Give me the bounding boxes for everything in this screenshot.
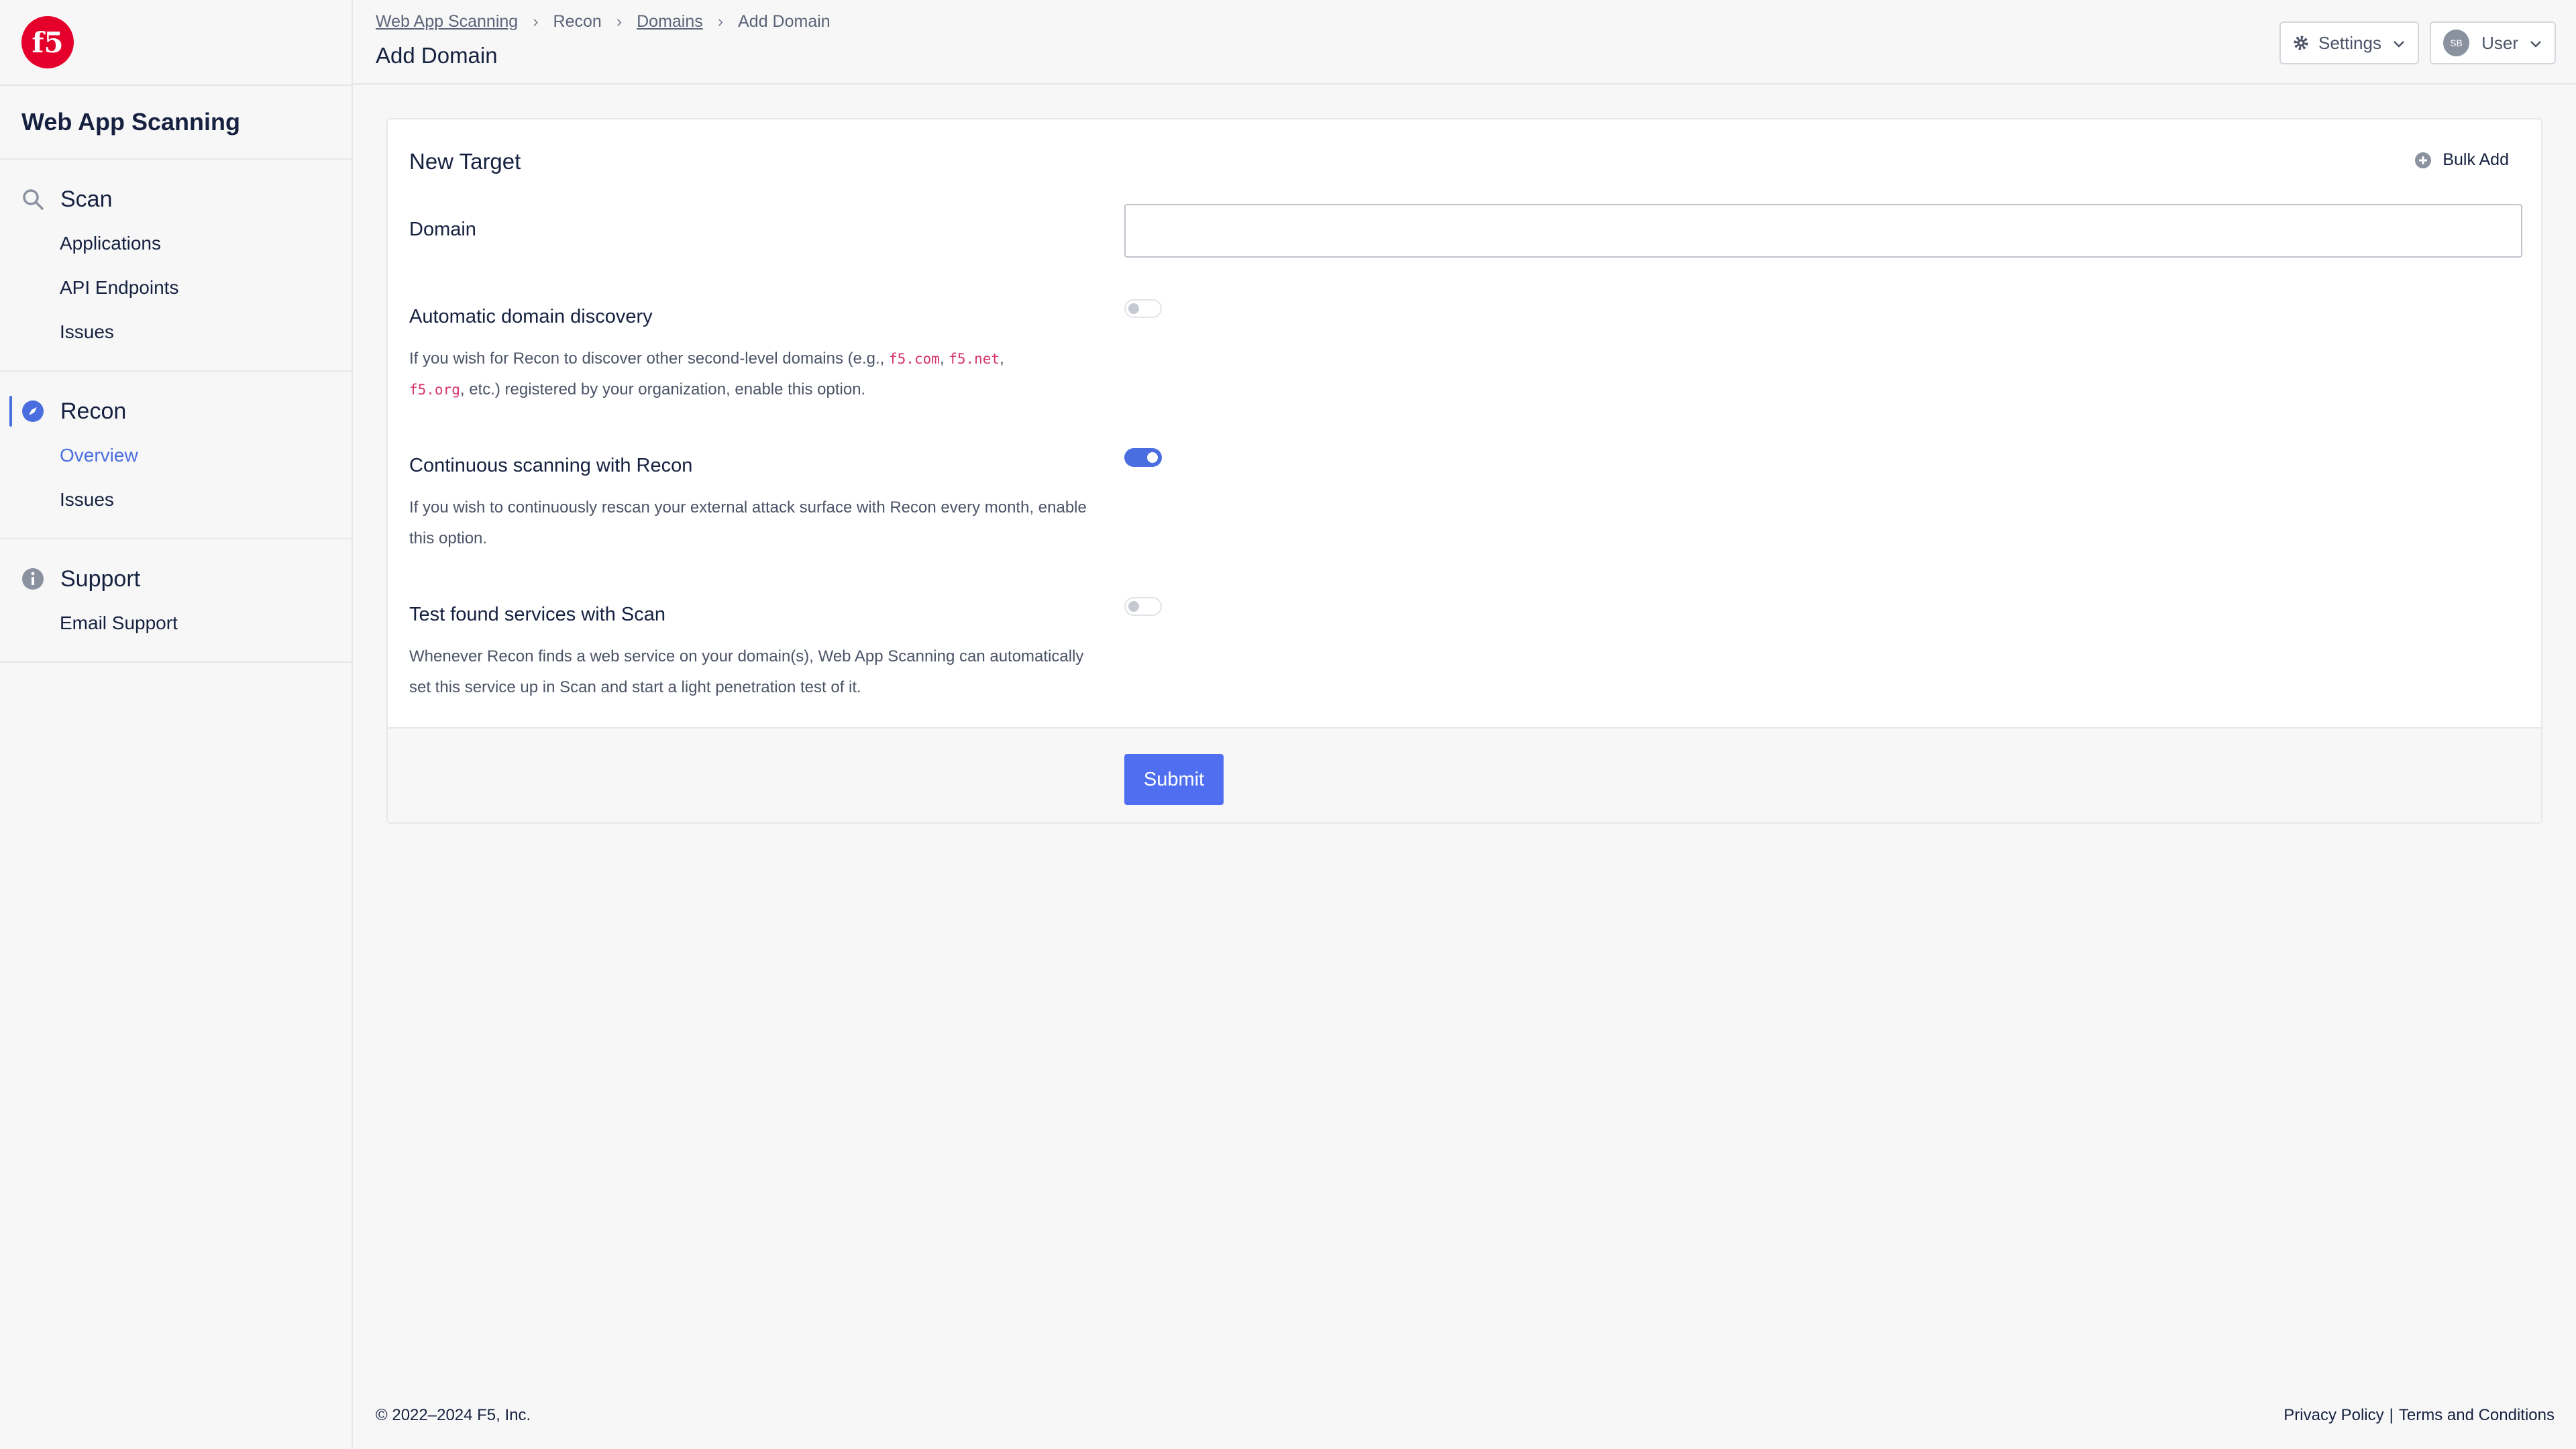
nav-head-scan[interactable]: Scan: [0, 177, 352, 221]
test-services-label: Test found services with Scan: [409, 604, 666, 625]
avatar: SB: [2443, 30, 2470, 56]
domain-input[interactable]: [1124, 204, 2522, 258]
sidebar-item-email-support[interactable]: Email Support: [0, 601, 352, 645]
settings-button[interactable]: Settings: [2279, 21, 2419, 64]
gear-icon: [2293, 35, 2309, 51]
nav-head-label: Recon: [60, 398, 127, 424]
nav-section-support: Support Email Support: [0, 539, 352, 663]
code-domain-f5-org: f5.org: [409, 382, 460, 398]
nav-head-recon[interactable]: Recon: [0, 389, 352, 433]
svg-text:f5: f5: [32, 26, 63, 59]
breadcrumb: Web App Scanning › Recon › Domains › Add…: [376, 12, 830, 32]
code-domain-f5-net: f5.net: [949, 351, 1000, 367]
bulk-add-button[interactable]: Bulk Add: [2414, 150, 2509, 170]
toggle-knob: [1128, 303, 1139, 314]
help-text: If you wish for Recon to discover other …: [409, 350, 890, 368]
card-title: New Target: [409, 149, 521, 174]
continuous-scanning-label: Continuous scanning with Recon: [409, 455, 693, 476]
settings-label: Settings: [2318, 32, 2381, 53]
chevron-down-icon: [2392, 33, 2406, 54]
copyright: © 2022–2024 F5, Inc.: [376, 1406, 531, 1424]
breadcrumb-separator: ›: [616, 12, 623, 31]
toggle-knob: [1128, 601, 1139, 612]
sidebar-item-api-endpoints[interactable]: API Endpoints: [0, 266, 352, 310]
auto-discovery-label: Automatic domain discovery: [409, 306, 653, 327]
nav-head-label: Support: [60, 566, 141, 592]
nav-head-label: Scan: [60, 186, 113, 212]
domain-label: Domain: [409, 219, 476, 240]
page-title: Add Domain: [376, 43, 498, 68]
footer-divider: |: [2389, 1406, 2394, 1424]
new-target-card: New Target Bulk Add Domain Automatic dom…: [386, 118, 2542, 824]
nav-section-scan: Scan Applications API Endpoints Issues: [0, 160, 352, 372]
sidebar-item-applications[interactable]: Applications: [0, 221, 352, 266]
auto-discovery-toggle[interactable]: [1124, 299, 1162, 318]
privacy-policy-link[interactable]: Privacy Policy: [2284, 1406, 2383, 1425]
code-domain-f5-com: f5.com: [889, 351, 940, 367]
footer-links: Privacy Policy | Terms and Conditions: [2284, 1406, 2555, 1425]
breadcrumb-separator: ›: [533, 12, 539, 31]
sidebar-item-scan-issues[interactable]: Issues: [0, 310, 352, 354]
test-services-toggle[interactable]: [1124, 597, 1162, 616]
bulk-add-label: Bulk Add: [2443, 150, 2509, 169]
sidebar-item-overview[interactable]: Overview: [0, 433, 352, 478]
submit-button[interactable]: Submit: [1124, 754, 1224, 805]
breadcrumb-separator: ›: [717, 12, 724, 31]
plus-circle-icon: [2414, 152, 2432, 169]
nav-section-recon: Recon Overview Issues: [0, 372, 352, 539]
app-title: Web App Scanning: [0, 85, 352, 160]
sidebar-item-recon-issues[interactable]: Issues: [0, 478, 352, 522]
active-section-indicator: [9, 396, 12, 427]
help-text: , etc.) registered by your organization,…: [460, 380, 866, 398]
breadcrumb-web-app-scanning[interactable]: Web App Scanning: [376, 12, 518, 32]
compass-icon: [20, 398, 46, 424]
logo-area: f5: [0, 0, 352, 85]
user-label: User: [2481, 32, 2518, 53]
auto-discovery-help: If you wish for Recon to discover other …: [409, 343, 1107, 405]
help-text: ,: [1000, 350, 1004, 368]
continuous-scanning-toggle[interactable]: [1124, 448, 1162, 467]
top-header: Web App Scanning › Recon › Domains › Add…: [353, 0, 2576, 85]
search-icon: [20, 186, 46, 212]
terms-link[interactable]: Terms and Conditions: [2399, 1406, 2555, 1425]
card-footer: Submit: [388, 727, 2541, 822]
sidebar: f5 Web App Scanning Scan Applications AP…: [0, 0, 353, 1449]
f5-logo[interactable]: f5: [20, 15, 75, 70]
chevron-down-icon: [2529, 33, 2542, 54]
breadcrumb-add-domain: Add Domain: [738, 12, 830, 31]
user-menu-button[interactable]: SB User: [2430, 21, 2556, 64]
info-icon: [20, 566, 46, 592]
help-text: ,: [939, 350, 949, 368]
breadcrumb-recon: Recon: [553, 12, 602, 31]
toggle-knob: [1147, 452, 1158, 463]
test-services-help: Whenever Recon finds a web service on yo…: [409, 647, 1084, 696]
nav-head-support[interactable]: Support: [0, 557, 352, 601]
breadcrumb-domains[interactable]: Domains: [637, 12, 703, 32]
continuous-scanning-help: If you wish to continuously rescan your …: [409, 498, 1087, 547]
